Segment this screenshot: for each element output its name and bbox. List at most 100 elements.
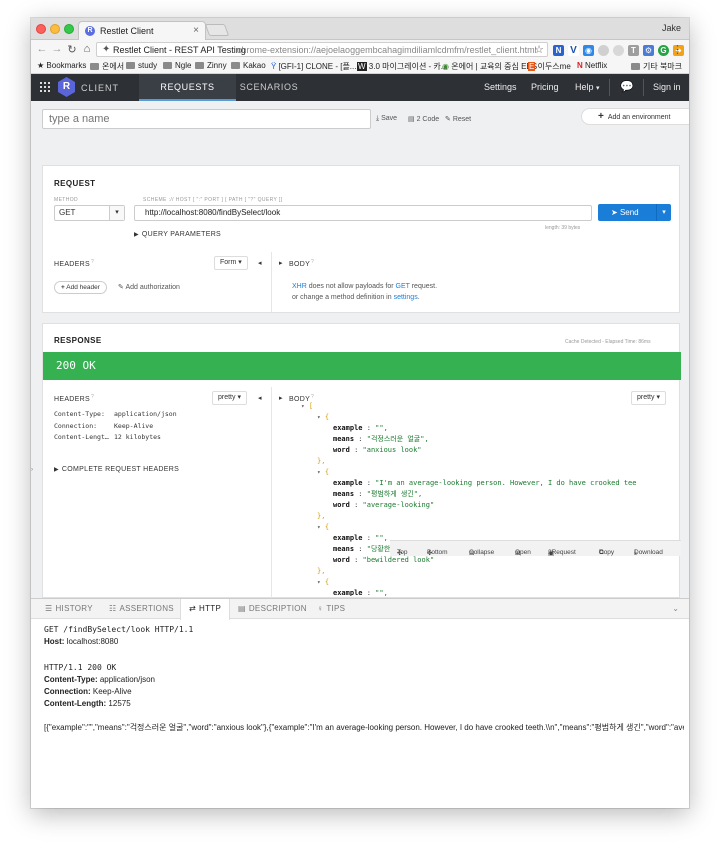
reload-icon[interactable]: ↻ bbox=[66, 43, 78, 56]
extension-gear-icon[interactable]: ⚙ bbox=[643, 44, 654, 56]
extension-t-icon[interactable]: T bbox=[628, 44, 639, 56]
json-field: example : "", bbox=[333, 589, 388, 596]
main-content: ⤓ Save ▤ 2 Code ✎ Reset +Add an environm… bbox=[31, 101, 689, 599]
bookmark-folder[interactable]: Kakao bbox=[231, 61, 266, 70]
back-arrow-icon[interactable]: ← bbox=[36, 43, 48, 55]
restlet-logo: R bbox=[58, 77, 75, 97]
send-options-caret-icon[interactable]: ▾ bbox=[656, 204, 671, 221]
extension-globe-icon[interactable]: ◉ bbox=[583, 44, 594, 56]
new-tab-button[interactable] bbox=[204, 24, 230, 36]
help-menu[interactable]: Help ▾ bbox=[575, 74, 600, 101]
collapse-left-icon[interactable]: ◂ bbox=[258, 394, 262, 402]
folder-icon bbox=[631, 63, 640, 70]
folder-icon bbox=[126, 62, 135, 69]
profile-name[interactable]: Jake bbox=[662, 23, 681, 33]
json-field: example : "I'm an average-looking person… bbox=[333, 479, 637, 487]
pricing-link[interactable]: Pricing bbox=[531, 74, 559, 101]
query-parameters-toggle[interactable]: ▶ QUERY PARAMETERS bbox=[134, 231, 221, 238]
save-icon: ⤓ bbox=[376, 115, 380, 122]
tab-scenarios[interactable]: SCENARIOS bbox=[236, 74, 302, 101]
tab-tips[interactable]: ♀ TIPS bbox=[317, 599, 345, 619]
collapse-toggle-icon[interactable]: ▾ bbox=[317, 579, 321, 586]
browser-window: R Restlet Client × Jake ← → ↻ ⌂ ✦ Restle… bbox=[31, 18, 689, 808]
bookmark-folder[interactable]: 온에서 bbox=[90, 61, 124, 72]
zoom-window-button[interactable] bbox=[64, 24, 74, 34]
collapse-toggle-icon[interactable]: ▾ bbox=[317, 524, 321, 531]
bookmark-folder[interactable]: Zinny bbox=[195, 61, 227, 70]
response-card: RESPONSE Cache Detected - Elapsed Time: … bbox=[42, 323, 681, 599]
add-environment-button[interactable]: + Add an environment bbox=[581, 108, 689, 125]
bookmark-item[interactable]: N Netflix bbox=[577, 61, 607, 70]
tab-history[interactable]: ☰ HISTORY bbox=[45, 599, 93, 619]
bookmark-folder[interactable]: 기타 북마크 bbox=[631, 61, 682, 72]
headers-form-dropdown[interactable]: Form ▾ bbox=[214, 256, 248, 270]
add-authorization-link[interactable]: ✎ Add authorization bbox=[118, 283, 180, 291]
tab-http[interactable]: ⇄ HTTP bbox=[180, 599, 231, 620]
settings-link[interactable]: Settings bbox=[484, 74, 517, 101]
save-button[interactable]: ⤓ Save bbox=[376, 115, 397, 123]
collapse-toggle-icon[interactable]: ▾ bbox=[301, 403, 305, 410]
send-button[interactable]: ➤ Send ▾ bbox=[598, 204, 671, 221]
collapse-panel-icon[interactable]: ⌄ bbox=[672, 604, 679, 613]
http-content-length-header: Content-Length: 12575 bbox=[44, 699, 131, 708]
apps-grid-icon[interactable] bbox=[40, 82, 50, 92]
collapse-toggle-icon[interactable]: ▾ bbox=[317, 414, 321, 421]
complete-request-headers-toggle[interactable]: ▶ COMPLETE REQUEST HEADERS bbox=[54, 466, 179, 473]
body-message-line2: or change a method definition in setting… bbox=[292, 294, 420, 301]
method-select[interactable]: GET ▾ bbox=[54, 205, 125, 221]
http-host-header: Host: localhost:8080 bbox=[44, 637, 119, 646]
settings-link[interactable]: settings bbox=[394, 294, 418, 301]
json-object-open: ▾ { bbox=[317, 413, 330, 421]
browser-tab[interactable]: R Restlet Client × bbox=[78, 21, 206, 40]
browser-menu-icon[interactable]: ⋮ bbox=[672, 43, 683, 56]
tab-description[interactable]: ▤ DESCRIPTION bbox=[238, 599, 307, 619]
minimize-window-button[interactable] bbox=[50, 24, 60, 34]
chat-icon[interactable]: 💬 bbox=[620, 74, 634, 101]
extension-n-icon[interactable]: N bbox=[553, 44, 564, 56]
close-window-button[interactable] bbox=[36, 24, 46, 34]
extension-circle-icon[interactable] bbox=[598, 44, 609, 56]
home-icon[interactable]: ⌂ bbox=[81, 43, 93, 55]
caret-down-icon: ▾ bbox=[109, 206, 124, 220]
help-circle-icon[interactable]: ? bbox=[91, 394, 94, 400]
tab-assertions[interactable]: ☷ ASSERTIONS bbox=[109, 599, 174, 619]
bookmark-item[interactable]: Ϋ [GFI-1] CLONE - [플... bbox=[271, 61, 356, 72]
extension-ring-icon[interactable] bbox=[613, 44, 624, 56]
collapse-left-icon[interactable]: ◂ bbox=[258, 259, 262, 267]
document-icon: ▤ bbox=[238, 604, 246, 613]
bookmark-item[interactable]: E 이두스me bbox=[528, 61, 571, 72]
expand-right-icon[interactable]: ▸ bbox=[279, 259, 283, 267]
expand-right-icon[interactable]: ▸ bbox=[279, 394, 283, 402]
help-circle-icon[interactable]: ? bbox=[311, 394, 314, 400]
extension-v-icon[interactable]: V bbox=[568, 44, 579, 56]
drawer-toggle-icon[interactable]: › bbox=[31, 467, 37, 477]
folder-icon bbox=[90, 63, 99, 70]
extension-g-icon[interactable]: G bbox=[658, 44, 669, 56]
omnibox[interactable]: ✦ Restlet Client - REST API Testing chro… bbox=[96, 42, 548, 57]
collapse-toggle-icon[interactable]: ▾ bbox=[317, 469, 321, 476]
bookmark-item[interactable]: ★ Bookmarks bbox=[37, 61, 86, 70]
json-field: means : "평범하게 생긴", bbox=[333, 490, 423, 498]
bookmark-folder[interactable]: study bbox=[126, 61, 157, 70]
url-input[interactable]: http://localhost:8080/findBySelect/look bbox=[134, 205, 592, 221]
header-row: Content-Lengt… 12 kilobytes bbox=[54, 433, 161, 441]
json-field: word : "bewildered look" bbox=[333, 556, 435, 564]
json-body-viewer[interactable]: ▾ [ ▾ { example : "", means : "걱정스러운 얼굴"… bbox=[285, 401, 681, 596]
forward-arrow-icon[interactable]: → bbox=[51, 43, 63, 55]
help-circle-icon[interactable]: ? bbox=[91, 259, 94, 265]
reset-button[interactable]: ✎ Reset bbox=[445, 115, 471, 123]
json-field: means : "걱정스러운 얼굴", bbox=[333, 435, 429, 443]
sign-in-link[interactable]: Sign in bbox=[653, 74, 681, 101]
headers-pretty-dropdown[interactable]: pretty ▾ bbox=[212, 391, 247, 405]
tab-requests[interactable]: REQUESTS bbox=[139, 74, 236, 101]
add-header-button[interactable]: + Add header bbox=[54, 281, 107, 294]
bookmark-item[interactable]: ◉ 온에어 | 교육의 중심 EBS bbox=[442, 61, 537, 72]
bookmark-folder[interactable]: Ngle bbox=[163, 61, 191, 70]
help-circle-icon[interactable]: ? bbox=[311, 259, 314, 265]
bookmark-star-icon[interactable]: ☆ bbox=[534, 43, 544, 56]
tab-close-icon[interactable]: × bbox=[193, 25, 199, 36]
bookmark-item[interactable]: W 3.0 마이그레이션 - 카... bbox=[357, 61, 447, 72]
request-name-input[interactable] bbox=[42, 109, 371, 129]
code-button[interactable]: ▤ 2 Code bbox=[408, 115, 439, 123]
lightbulb-icon: ♀ bbox=[317, 604, 324, 613]
